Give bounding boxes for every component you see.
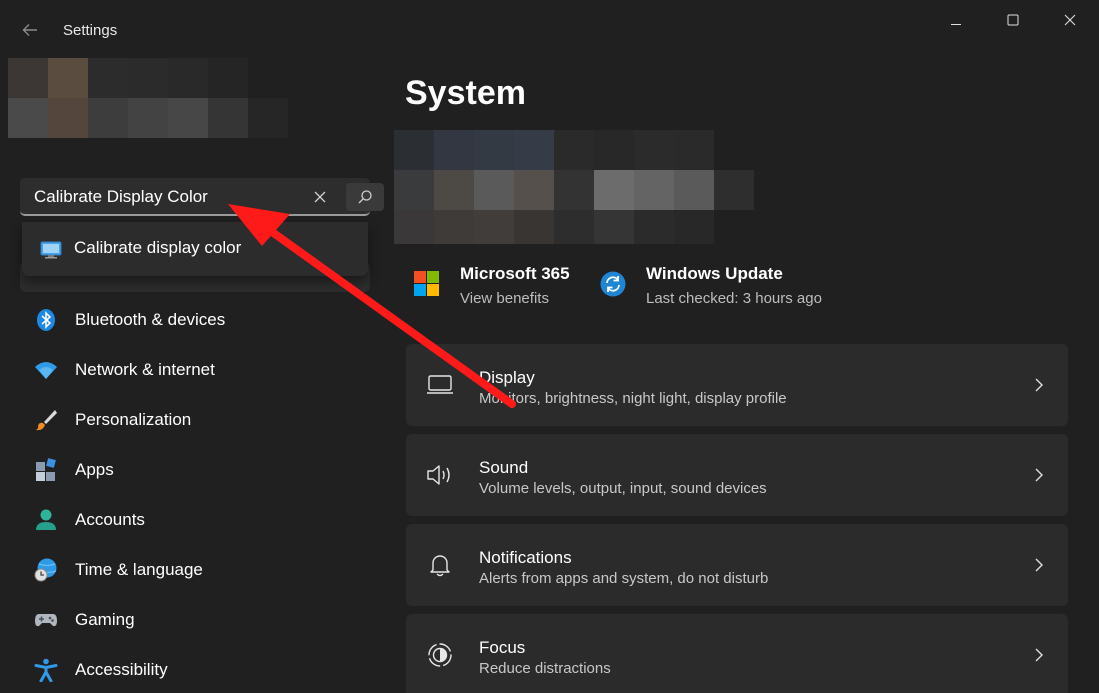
suggestion-label: Calibrate display color xyxy=(74,238,242,257)
bluetooth-icon xyxy=(37,309,55,331)
sidebar-item-apps[interactable]: Apps xyxy=(24,450,370,490)
sidebar-item-label: Bluetooth & devices xyxy=(75,310,226,329)
sidebar-item-bluetooth[interactable]: Bluetooth & devices xyxy=(24,300,370,340)
search-suggestion[interactable]: Calibrate display color xyxy=(22,222,368,276)
maximize-button[interactable] xyxy=(984,0,1042,40)
quick-link-subtitle: Last checked: 3 hours ago xyxy=(646,290,822,307)
card-title: Focus xyxy=(479,638,526,657)
close-icon xyxy=(1064,14,1076,26)
quick-link-title: Windows Update xyxy=(646,264,783,283)
globe-clock-icon xyxy=(34,558,57,582)
search-icon xyxy=(358,190,372,204)
close-button[interactable] xyxy=(1041,0,1099,40)
windows-update-icon xyxy=(600,271,626,297)
quick-link-title: Microsoft 365 xyxy=(460,264,570,283)
sidebar-item-accessibility[interactable]: Accessibility xyxy=(24,650,370,690)
minimize-button[interactable] xyxy=(927,0,985,40)
back-button[interactable] xyxy=(14,14,46,46)
sidebar-item-gaming[interactable]: Gaming xyxy=(24,600,370,640)
card-subtitle: Alerts from apps and system, do not dist… xyxy=(479,570,769,587)
bell-icon xyxy=(430,555,450,577)
card-focus[interactable]: Focus Reduce distractions xyxy=(406,614,1068,693)
sidebar-item-label: Accounts xyxy=(75,510,145,529)
quick-link-subtitle: View benefits xyxy=(460,290,549,307)
search-input[interactable]: Calibrate Display Color xyxy=(34,187,208,207)
sidebar-item-label: Time & language xyxy=(75,560,203,579)
sidebar-item-label: Accessibility xyxy=(75,660,168,679)
card-subtitle: Volume levels, output, input, sound devi… xyxy=(479,480,767,497)
back-arrow-icon xyxy=(22,24,37,36)
gamepad-icon xyxy=(35,614,57,627)
speaker-icon xyxy=(427,465,450,485)
wifi-icon xyxy=(35,362,57,379)
quick-link-windows-update[interactable]: Windows Update Last checked: 3 hours ago xyxy=(600,262,840,312)
sidebar-item-personalization[interactable]: Personalization xyxy=(24,400,370,440)
chevron-right-icon xyxy=(1035,648,1043,662)
apps-icon xyxy=(36,458,56,481)
search-field[interactable]: Calibrate Display Color xyxy=(20,178,384,216)
person-icon xyxy=(36,509,56,530)
sidebar-item-label: Personalization xyxy=(75,410,192,429)
maximize-icon xyxy=(1007,14,1019,26)
card-notifications[interactable]: Notifications Alerts from apps and syste… xyxy=(406,524,1068,606)
profile-avatar[interactable] xyxy=(8,58,290,138)
card-title: Notifications xyxy=(479,548,572,567)
accessibility-icon xyxy=(34,658,58,682)
card-subtitle: Monitors, brightness, night light, displ… xyxy=(479,390,787,407)
search-button[interactable] xyxy=(346,183,384,211)
page-title: System xyxy=(405,74,526,112)
device-image xyxy=(394,130,754,244)
monitor-icon xyxy=(40,241,62,259)
sidebar-item-time-language[interactable]: Time & language xyxy=(24,550,370,590)
sidebar-item-network[interactable]: Network & internet xyxy=(24,350,370,390)
card-title: Display xyxy=(479,368,535,387)
chevron-right-icon xyxy=(1035,558,1043,572)
quick-link-microsoft-365[interactable]: Microsoft 365 View benefits xyxy=(414,262,584,312)
sidebar-item-label: Apps xyxy=(75,460,114,479)
minimize-icon xyxy=(951,24,961,25)
sidebar-item-label: Gaming xyxy=(75,610,135,629)
monitor-icon xyxy=(427,375,453,394)
clear-search-icon[interactable] xyxy=(310,187,330,207)
chevron-right-icon xyxy=(1035,468,1043,482)
microsoft-logo-icon xyxy=(414,271,439,296)
title-bar: Settings xyxy=(0,0,1099,48)
chevron-right-icon xyxy=(1035,378,1043,392)
sidebar-item-accounts[interactable]: Accounts xyxy=(24,500,370,540)
card-title: Sound xyxy=(479,458,529,477)
focus-icon xyxy=(428,643,452,667)
card-subtitle: Reduce distractions xyxy=(479,660,611,677)
sidebar-item-label: Network & internet xyxy=(75,360,215,379)
window-title: Settings xyxy=(63,22,118,39)
card-sound[interactable]: Sound Volume levels, output, input, soun… xyxy=(406,434,1068,516)
brush-icon xyxy=(36,410,57,431)
card-display[interactable]: Display Monitors, brightness, night ligh… xyxy=(406,344,1068,426)
